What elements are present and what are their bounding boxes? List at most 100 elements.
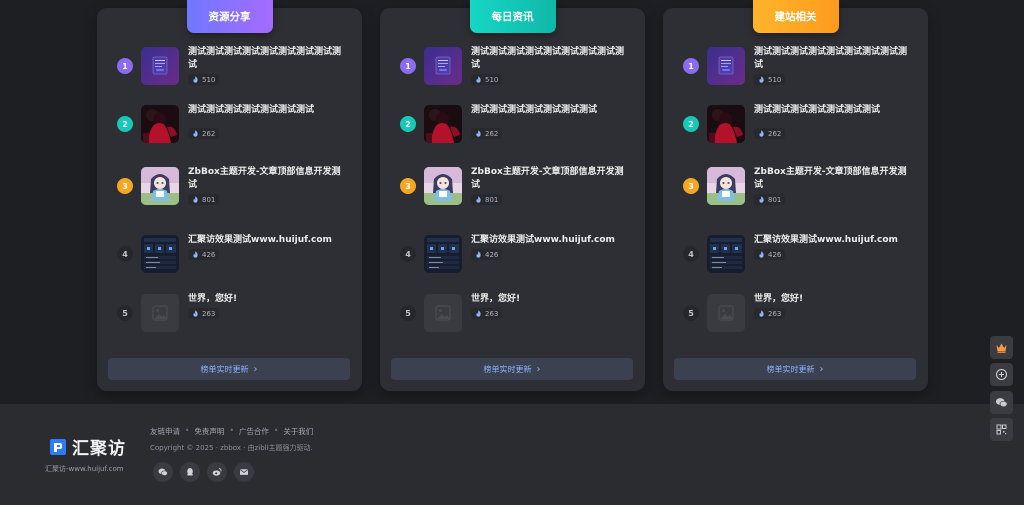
rankings-area: 资源分享 1 测试测试测试测试测试测试测试测试测试 510 2 测试测试测试测试测试测试测… (0, 0, 1024, 404)
footer-link-about[interactable]: 关于我们 (283, 426, 313, 437)
view-count: 262 (471, 128, 503, 139)
ranking-item[interactable]: 2 测试测试测试测试测试测试测试 (663, 103, 928, 145)
ranking-card: 每日资讯 1 测试测试测试测试测试测试测试测试测试 510 2 测试测试测试测试测试测试测… (380, 0, 645, 391)
social-wechat-button[interactable] (153, 462, 173, 482)
post-title[interactable]: 测试测试测试测试测试测试测试 (754, 104, 914, 117)
footer-link-disclaimer[interactable]: 免责声明 (194, 426, 224, 437)
ranking-item[interactable]: 3 ZbBox主题开发-文章顶部信息开发测试 (97, 165, 362, 207)
ranking-item[interactable]: 4 汇聚访效果测试www.huijuf.com (97, 233, 362, 275)
post-title[interactable]: 世界，您好! (188, 293, 348, 306)
post-thumbnail[interactable] (424, 294, 462, 332)
rank-badge: 4 (400, 246, 416, 262)
side-vip-button[interactable] (990, 336, 1013, 359)
flame-icon (476, 196, 481, 203)
ranking-item[interactable]: 1 测试测试测试测试测试测试测试测试测试 (380, 45, 645, 87)
flame-icon (759, 76, 764, 83)
post-thumbnail[interactable] (424, 105, 462, 143)
social-weibo-button[interactable] (207, 462, 227, 482)
post-thumbnail[interactable] (707, 47, 745, 85)
post-thumbnail[interactable] (141, 235, 179, 273)
qrcode-icon (996, 424, 1007, 435)
post-title[interactable]: ZbBox主题开发-文章顶部信息开发测试 (754, 166, 914, 191)
card-tab[interactable]: 资源分享 (186, 0, 273, 33)
more-label: 榜单实时更新 (766, 364, 815, 374)
view-count: 263 (188, 308, 220, 319)
footer-copyright: Copyright © 2025 · zbbox · 由zibll主题强力驱动. (150, 444, 313, 452)
view-count-value: 262 (202, 129, 216, 138)
post-title[interactable]: 测试测试测试测试测试测试测试测试测试 (754, 46, 914, 71)
ranking-item[interactable]: 3 ZbBox主题开发-文章顶部信息开发测试 (380, 165, 645, 207)
post-thumbnail[interactable] (707, 294, 745, 332)
post-title[interactable]: 汇聚访效果测试www.huijuf.com (188, 234, 348, 247)
post-thumbnail[interactable] (707, 235, 745, 273)
post-thumbnail[interactable] (141, 167, 179, 205)
wechat-icon (158, 468, 168, 476)
side-qrcode-button[interactable] (990, 418, 1013, 441)
ranking-item[interactable]: 4 汇聚访效果测试www.huijuf.com (380, 233, 645, 275)
post-thumbnail[interactable] (707, 167, 745, 205)
post-title[interactable]: 测试测试测试测试测试测试测试测试测试 (188, 46, 348, 71)
view-count: 426 (471, 249, 503, 260)
post-title[interactable]: 汇聚访效果测试www.huijuf.com (471, 234, 631, 247)
ranking-more-button[interactable]: 榜单实时更新 › (391, 358, 633, 380)
flame-icon (476, 76, 481, 83)
side-wechat-button[interactable] (990, 391, 1013, 414)
social-qq-button[interactable] (180, 462, 200, 482)
card-tab[interactable]: 建站相关 (752, 0, 839, 33)
view-count-value: 263 (768, 309, 782, 318)
flame-icon (193, 310, 198, 317)
post-thumbnail[interactable] (141, 105, 179, 143)
rank-badge: 3 (400, 178, 416, 194)
ranking-item[interactable]: 3 ZbBox主题开发-文章顶部信息开发测试 (663, 165, 928, 207)
post-title[interactable]: 测试测试测试测试测试测试测试测试测试 (471, 46, 631, 71)
view-count: 426 (188, 249, 220, 260)
rank-badge: 1 (683, 58, 699, 74)
ranking-item[interactable]: 5 世界，您好! (380, 292, 645, 334)
flame-icon (193, 76, 198, 83)
post-title[interactable]: 世界，您好! (754, 293, 914, 306)
rank-badge: 4 (683, 246, 699, 262)
footer-logo[interactable]: 汇聚访 (48, 434, 126, 459)
ranking-item[interactable]: 1 测试测试测试测试测试测试测试测试测试 (663, 45, 928, 87)
view-count-value: 510 (768, 75, 782, 84)
post-title[interactable]: 汇聚访效果测试www.huijuf.com (754, 234, 914, 247)
ranking-more-button[interactable]: 榜单实时更新 › (674, 358, 916, 380)
view-count: 262 (188, 128, 220, 139)
post-thumbnail[interactable] (424, 167, 462, 205)
footer-link-ads[interactable]: 广告合作 (239, 426, 269, 437)
ranking-item[interactable]: 2 测试测试测试测试测试测试测试 (97, 103, 362, 145)
ranking-item[interactable]: 1 测试测试测试测试测试测试测试测试测试 (97, 45, 362, 87)
card-tab[interactable]: 每日资讯 (469, 0, 556, 33)
post-thumbnail[interactable] (141, 47, 179, 85)
footer-brand: 汇聚访 (72, 439, 126, 459)
chevron-right-icon: › (819, 363, 824, 375)
ranking-item[interactable]: 2 测试测试测试测试测试测试测试 (380, 103, 645, 145)
view-count-value: 426 (768, 250, 782, 259)
social-mail-button[interactable] (234, 462, 254, 482)
side-add-button[interactable] (990, 363, 1013, 386)
post-thumbnail[interactable] (707, 105, 745, 143)
view-count-value: 510 (485, 75, 499, 84)
post-title[interactable]: 测试测试测试测试测试测试测试 (188, 104, 348, 117)
post-title[interactable]: 测试测试测试测试测试测试测试 (471, 104, 631, 117)
post-title[interactable]: 世界，您好! (471, 293, 631, 306)
footer-link-separator: • (185, 426, 190, 435)
rank-badge: 5 (683, 305, 699, 321)
ranking-item[interactable]: 4 汇聚访效果测试www.huijuf.com (663, 233, 928, 275)
post-title[interactable]: ZbBox主题开发-文章顶部信息开发测试 (188, 166, 348, 191)
footer-links: 友链申请 • 免责声明 • 广告合作 • 关于我们 (150, 426, 313, 437)
page: 资源分享 1 测试测试测试测试测试测试测试测试测试 510 2 测试测试测试测试测试测试测… (0, 0, 1024, 505)
post-thumbnail[interactable] (424, 235, 462, 273)
ranking-more-button[interactable]: 榜单实时更新 › (108, 358, 350, 380)
flame-icon (759, 196, 764, 203)
rank-badge: 1 (117, 58, 133, 74)
ranking-item[interactable]: 5 世界，您好! (663, 292, 928, 334)
footer-link-friend[interactable]: 友链申请 (150, 426, 180, 437)
post-thumbnail[interactable] (141, 294, 179, 332)
flame-icon (759, 251, 764, 258)
view-count: 262 (754, 128, 786, 139)
ranking-item[interactable]: 5 世界，您好! (97, 292, 362, 334)
post-thumbnail[interactable] (424, 47, 462, 85)
flame-icon (759, 130, 764, 137)
post-title[interactable]: ZbBox主题开发-文章顶部信息开发测试 (471, 166, 631, 191)
